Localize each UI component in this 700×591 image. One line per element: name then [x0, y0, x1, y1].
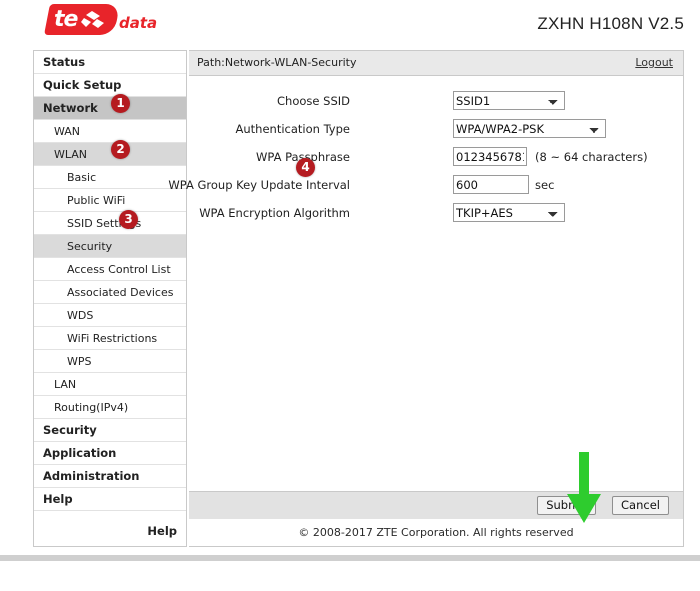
- sidebar-item-lan[interactable]: LAN: [34, 373, 186, 396]
- sidebar-item-label: WAN: [54, 125, 80, 138]
- sidebar-item-security[interactable]: Security: [34, 235, 186, 258]
- sidebar-item-label: Basic: [67, 171, 96, 184]
- sidebar-item-label: Network: [43, 101, 98, 115]
- wpa-group-key-update-interval-label: WPA Group Key Update Interval: [168, 178, 350, 192]
- sidebar-item-access-control-list[interactable]: Access Control List: [34, 258, 186, 281]
- sidebar-item-wps[interactable]: WPS: [34, 350, 186, 373]
- choose-ssid-label: Choose SSID: [277, 94, 350, 108]
- sidebar-item-wan[interactable]: WAN: [34, 120, 186, 143]
- sidebar-item-associated-devices[interactable]: Associated Devices: [34, 281, 186, 304]
- sidebar-item-label: Routing(IPv4): [54, 401, 128, 414]
- content-panel: Path:Network-WLAN-Security Logout Choose…: [189, 50, 684, 547]
- sidebar-item-label: Associated Devices: [67, 286, 173, 299]
- sidebar-item-quick-setup[interactable]: Quick Setup: [34, 74, 186, 97]
- cancel-button[interactable]: Cancel: [612, 496, 669, 515]
- sidebar-item-status[interactable]: Status: [34, 51, 186, 74]
- form-button-bar: Submit Cancel: [189, 491, 683, 519]
- sidebar-item-public-wifi[interactable]: Public WiFi: [34, 189, 186, 212]
- breadcrumb-bar: Path:Network-WLAN-Security Logout: [189, 51, 683, 76]
- logo-diamond-icon: [81, 11, 105, 29]
- wpa-encryption-algorithm-label: WPA Encryption Algorithm: [199, 206, 350, 220]
- sidebar-item-label: WiFi Restrictions: [67, 332, 157, 345]
- form-row-wpa-group-key-update-interval: WPA Group Key Update Interval sec: [189, 175, 683, 198]
- router-model-title: ZXHN H108N V2.5: [537, 14, 684, 34]
- form-row-authentication-type: Authentication Type OpenSharedWPA-PSKWPA…: [189, 119, 683, 142]
- sidebar-item-routing-ipv4[interactable]: Routing(IPv4): [34, 396, 186, 419]
- sidebar-item-label: Quick Setup: [43, 78, 121, 92]
- sidebar-item-help[interactable]: Help: [34, 488, 186, 511]
- sidebar-help-link[interactable]: Help: [147, 524, 177, 538]
- sidebar-item-wlan[interactable]: WLAN: [34, 143, 186, 166]
- choose-ssid-select[interactable]: SSID1SSID2SSID3SSID4: [453, 91, 565, 110]
- sidebar-item-administration[interactable]: Administration: [34, 465, 186, 488]
- sidebar-item-network[interactable]: Network: [34, 97, 186, 120]
- sidebar-item-label: WPS: [67, 355, 92, 368]
- logo-data-text: data: [119, 14, 157, 32]
- authentication-type-control: OpenSharedWPA-PSKWPA2-PSKWPA/WPA2-PSK: [453, 119, 606, 138]
- wpa-group-key-update-interval-control: [453, 175, 529, 194]
- wpa-encryption-algorithm-select[interactable]: TKIPAESTKIP+AES: [453, 203, 565, 222]
- copyright-footer: © 2008-2017 ZTE Corporation. All rights …: [189, 520, 683, 546]
- sidebar-item-wds[interactable]: WDS: [34, 304, 186, 327]
- bottom-strip: [0, 555, 700, 561]
- sidebar-item-security[interactable]: Security: [34, 419, 186, 442]
- sidebar-item-label: Administration: [43, 469, 140, 483]
- step-badge-1: 1: [111, 94, 130, 113]
- wpa-group-key-update-interval-unit: sec: [535, 178, 554, 192]
- sidebar-item-application[interactable]: Application: [34, 442, 186, 465]
- choose-ssid-control: SSID1SSID2SSID3SSID4: [453, 91, 565, 110]
- green-down-arrow-icon: [566, 452, 602, 524]
- authentication-type-select[interactable]: OpenSharedWPA-PSKWPA2-PSKWPA/WPA2-PSK: [453, 119, 606, 138]
- sidebar-item-label: WDS: [67, 309, 93, 322]
- wpa-passphrase-input[interactable]: [453, 147, 527, 166]
- wpa-encryption-algorithm-control: TKIPAESTKIP+AES: [453, 203, 565, 222]
- te-data-logo: te data: [47, 4, 135, 38]
- form-row-choose-ssid: Choose SSID SSID1SSID2SSID3SSID4: [189, 91, 683, 114]
- sidebar-item-label: Help: [43, 492, 73, 506]
- wpa-group-key-update-interval-input[interactable]: [453, 175, 529, 194]
- sidebar-item-basic[interactable]: Basic: [34, 166, 186, 189]
- sidebar-item-label: Public WiFi: [67, 194, 125, 207]
- form-row-wpa-encryption-algorithm: WPA Encryption Algorithm TKIPAESTKIP+AES: [189, 203, 683, 226]
- sidebar-item-label: Application: [43, 446, 116, 460]
- sidebar-item-label: Status: [43, 55, 85, 69]
- sidebar-item-label: WLAN: [54, 148, 87, 161]
- sidebar-item-label: LAN: [54, 378, 76, 391]
- form-row-wpa-passphrase: WPA Passphrase (8 ~ 64 characters): [189, 147, 683, 170]
- wpa-passphrase-control: [453, 147, 527, 166]
- sidebar-item-ssid-settings[interactable]: SSID Settings: [34, 212, 186, 235]
- logout-link[interactable]: Logout: [635, 51, 673, 75]
- sidebar-item-wifi-restrictions[interactable]: WiFi Restrictions: [34, 327, 186, 350]
- wpa-passphrase-hint: (8 ~ 64 characters): [535, 150, 648, 164]
- sidebar-item-label: Security: [67, 240, 112, 253]
- step-badge-2: 2: [111, 140, 130, 159]
- sidebar-menu: Status Quick Setup Network WAN WLAN Basic Publ…: [34, 51, 186, 547]
- navigation-sidebar: Status Quick Setup Network WAN WLAN Basic Publ…: [33, 50, 187, 547]
- authentication-type-label: Authentication Type: [236, 122, 351, 136]
- breadcrumb: Path:Network-WLAN-Security: [197, 51, 356, 75]
- sidebar-item-label: Security: [43, 423, 97, 437]
- wlan-security-form: Choose SSID SSID1SSID2SSID3SSID4 Authent…: [189, 91, 683, 231]
- sidebar-item-label: Access Control List: [67, 263, 171, 276]
- page-header: te data ZXHN H108N V2.5: [0, 0, 700, 46]
- step-badge-3: 3: [119, 210, 138, 229]
- step-badge-4: 4: [296, 158, 315, 177]
